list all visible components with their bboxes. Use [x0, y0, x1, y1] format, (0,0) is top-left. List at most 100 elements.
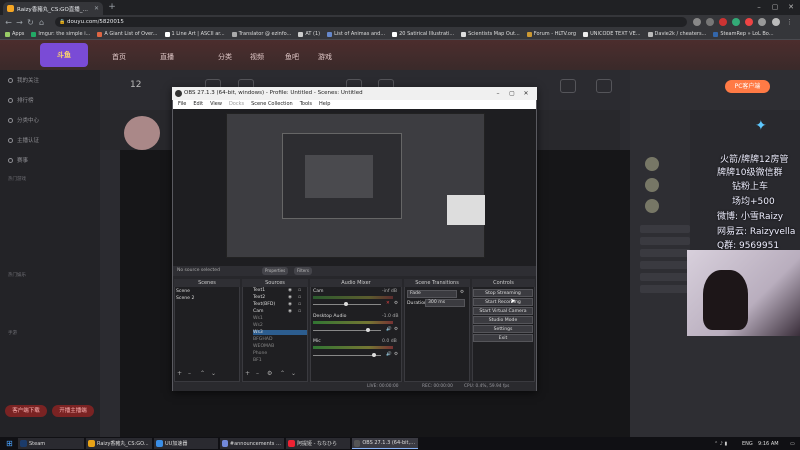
start-recording-button[interactable]: Start Recording — [473, 298, 533, 306]
sidebar-item-follow[interactable]: 我的关注 — [8, 76, 39, 84]
source-item[interactable]: Text2 — [253, 295, 265, 300]
close-tab-icon[interactable]: ✕ — [94, 5, 99, 12]
settings-icon[interactable]: ⚙ — [394, 327, 398, 332]
sidebar-item-rank[interactable]: 排行榜 — [8, 96, 34, 104]
bookmark[interactable]: 20 Satirical Illustrati... — [392, 31, 454, 37]
source-item-selected[interactable]: Ws3 — [253, 330, 307, 335]
menu-scene-collection[interactable]: Scene Collection — [251, 100, 293, 109]
lock-icon[interactable]: ▫ — [298, 288, 301, 293]
eye-icon[interactable]: ◉ — [288, 295, 292, 300]
remove-source-button[interactable]: – — [256, 370, 259, 377]
minimize-icon[interactable]: – — [491, 87, 505, 100]
settings-icon[interactable]: ⚙ — [394, 301, 398, 306]
sidebar-item-events[interactable]: 赛事 — [8, 156, 28, 164]
source-item[interactable]: WEOMAB — [253, 344, 274, 349]
lock-icon[interactable]: ▫ — [298, 309, 301, 314]
muted-speaker-icon[interactable]: ✕ — [386, 301, 390, 306]
exit-button[interactable]: Exit — [473, 334, 533, 342]
scene-item[interactable]: Scene — [176, 289, 190, 294]
reload-icon[interactable]: ↻ — [25, 18, 36, 27]
menu-tools[interactable]: Tools — [300, 100, 312, 109]
taskbar-item[interactable]: Raizy香豬丸_CS:GO... — [86, 438, 152, 449]
scene-item[interactable]: Scene 2 — [176, 296, 194, 301]
move-down-button[interactable]: ⌄ — [211, 370, 216, 377]
taskbar-item-active[interactable]: OBS 27.1.3 (64-bit, wi... — [352, 438, 418, 449]
bookmark[interactable]: Davie2k / cheaters... — [647, 31, 706, 37]
lock-icon[interactable]: ▫ — [298, 295, 301, 300]
menu-file[interactable]: File — [178, 100, 186, 109]
eye-icon[interactable]: ◉ — [288, 288, 292, 293]
nav-category[interactable]: 分类 — [218, 52, 232, 62]
nav-home[interactable]: 首页 — [112, 52, 126, 62]
extension-icon[interactable] — [719, 18, 727, 26]
source-item[interactable]: BF1 — [253, 358, 262, 363]
speaker-icon[interactable]: 🔊 — [386, 327, 392, 332]
maximize-icon[interactable]: ▢ — [768, 2, 782, 13]
transition-select[interactable]: Fade — [407, 290, 457, 298]
home-icon[interactable]: ⌂ — [36, 18, 47, 27]
sidebar-item-category[interactable]: 分类中心 — [8, 116, 39, 124]
bookmark[interactable]: List of Animas and... — [327, 31, 385, 37]
forward-icon[interactable]: → — [14, 18, 25, 27]
back-icon[interactable]: ← — [3, 18, 14, 27]
volume-knob[interactable] — [366, 328, 370, 332]
bookmark[interactable]: Scientists Map Out... — [461, 31, 520, 37]
move-down-button[interactable]: ⌄ — [291, 370, 296, 377]
bookmark[interactable]: A Giant List of Over... — [97, 31, 158, 37]
taskbar-item[interactable]: Steam — [18, 438, 84, 449]
remove-scene-button[interactable]: – — [188, 370, 191, 377]
close-icon[interactable]: ✕ — [519, 87, 533, 100]
menu-help[interactable]: Help — [319, 100, 330, 109]
streamer-avatar[interactable] — [124, 116, 160, 150]
source-item[interactable]: Cam — [253, 309, 264, 314]
share-icon[interactable] — [693, 18, 701, 26]
bookmark[interactable]: AT (1) — [298, 31, 320, 37]
add-transition-icon[interactable]: ⚙ — [460, 290, 464, 295]
source-item[interactable]: Text(BFD) — [253, 302, 275, 307]
new-tab-button[interactable]: + — [107, 3, 117, 13]
menu-edit[interactable]: Edit — [193, 100, 203, 109]
volume-knob[interactable] — [372, 353, 376, 357]
settings-icon[interactable]: ⚙ — [394, 352, 398, 357]
star-icon[interactable] — [706, 18, 714, 26]
add-scene-button[interactable]: + — [177, 370, 182, 377]
tray-icons[interactable]: ⌃ ♪ ▮ — [712, 438, 729, 449]
eye-icon[interactable]: ◉ — [288, 302, 292, 307]
settings-button[interactable]: Settings — [473, 325, 533, 333]
toolbar-icon[interactable] — [560, 79, 576, 93]
windows-start-icon[interactable]: ⊞ — [4, 438, 15, 449]
source-item[interactable]: Ws1 — [253, 316, 263, 321]
nav-video[interactable]: 视频 — [250, 52, 264, 62]
speaker-icon[interactable]: 🔊 — [386, 352, 392, 357]
menu-icon[interactable]: ⋮ — [786, 18, 794, 26]
properties-button[interactable]: Properties — [262, 267, 289, 275]
browser-tab[interactable]: Raizy香豬丸_CS:GO直播_斗鱼直播 ✕ — [3, 2, 103, 15]
source-item[interactable]: BFGHAD — [253, 337, 273, 342]
studio-mode-button[interactable]: Studio Mode — [473, 316, 533, 324]
bookmark[interactable]: UNICODE TEXT VE... — [583, 31, 641, 37]
menu-view[interactable]: View — [210, 100, 222, 109]
taskbar-item[interactable]: UU加速器 — [154, 438, 218, 449]
filters-button[interactable]: Filters — [294, 267, 312, 275]
source-item[interactable]: Ws2 — [253, 323, 263, 328]
start-broadcast-button[interactable]: 开播主播端 — [52, 405, 94, 417]
profile-avatar[interactable] — [772, 18, 780, 26]
add-source-button[interactable]: + — [245, 370, 250, 377]
language-indicator[interactable]: ENG — [740, 438, 755, 449]
pc-client-button[interactable]: PC客户端 — [725, 80, 770, 93]
bookmark[interactable]: Imgur: the simple i... — [31, 31, 90, 37]
source-item[interactable]: Phone — [253, 351, 267, 356]
volume-knob[interactable] — [344, 302, 348, 306]
bookmark[interactable]: Forum - HLTV.org — [526, 31, 576, 37]
nav-game[interactable]: 游戏 — [318, 52, 332, 62]
sidebar-item-verify[interactable]: 主播认证 — [8, 136, 39, 144]
douyu-logo[interactable]: 斗鱼 — [40, 43, 88, 67]
lock-icon[interactable]: ▫ — [298, 302, 301, 307]
close-icon[interactable]: ✕ — [784, 2, 798, 13]
extension-icon[interactable] — [732, 18, 740, 26]
notification-icon[interactable]: ▭ — [788, 438, 797, 449]
nav-fishbar[interactable]: 鱼吧 — [285, 52, 299, 62]
toolbar-icon[interactable] — [596, 79, 612, 93]
volume-slider[interactable] — [313, 330, 381, 331]
source-item[interactable]: Text1 — [253, 288, 265, 293]
